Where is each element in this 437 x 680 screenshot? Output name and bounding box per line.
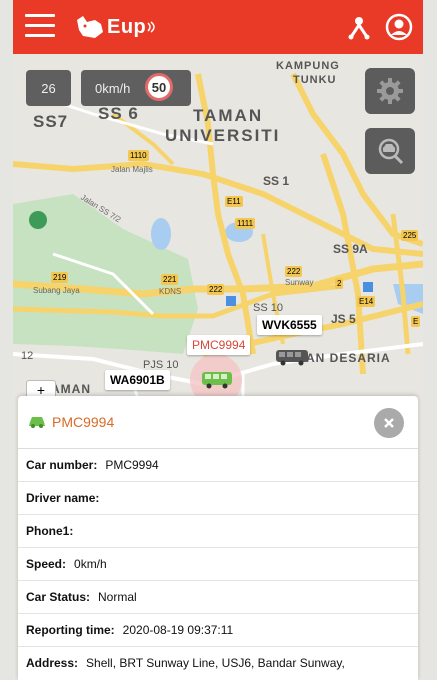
road-shield: 2 xyxy=(335,278,344,289)
close-icon xyxy=(384,418,394,428)
info-value: PMC9994 xyxy=(105,458,159,472)
info-key: Car Status: xyxy=(26,590,91,604)
road-shield: 1110 xyxy=(128,150,149,161)
cat-logo-icon xyxy=(77,16,103,38)
map-label-ss9a: SS 9A xyxy=(333,242,368,256)
map-label-universiti: UNIVERSITI xyxy=(165,126,281,145)
logo-text: Eup xyxy=(107,15,147,38)
info-row-driver-name: Driver name: xyxy=(18,482,418,515)
map-label-sunway: Sunway xyxy=(285,278,314,287)
map-label-desaria: MAN DESARIA xyxy=(295,351,391,365)
map-label-ss10: SS 10 xyxy=(253,302,283,314)
info-key: Car number: xyxy=(26,458,98,472)
panel-header: PMC9994 xyxy=(18,396,418,449)
road-shield: 225 xyxy=(401,230,419,241)
satellite-count-box: 26 xyxy=(26,70,71,106)
info-key: Reporting time: xyxy=(26,623,115,637)
road-shield: E11 xyxy=(225,196,243,207)
road-shield: E xyxy=(411,316,421,327)
info-key: Driver name: xyxy=(26,491,100,505)
lake xyxy=(151,218,171,250)
top-bar: Eup xyxy=(13,0,423,54)
bus-icon[interactable] xyxy=(201,370,233,390)
road-shield: 219 xyxy=(51,272,69,283)
menu-icon[interactable] xyxy=(25,14,55,38)
info-row-reporting-time: Reporting time: 2020-08-19 09:37:11 xyxy=(18,614,418,647)
vehicle-label-pmc9994[interactable]: PMC9994 xyxy=(187,335,251,355)
speed-limit-sign: 50 xyxy=(145,73,173,101)
current-speed: 0km/h xyxy=(95,80,131,96)
map-label-taman: TAMAN xyxy=(193,106,264,125)
map-label-kampung: KAMPUNG xyxy=(276,60,340,72)
vehicle-info-panel: PMC9994 Car number: PMC9994 Driver name:… xyxy=(18,396,418,680)
user-tree-icon[interactable] xyxy=(345,13,373,41)
map-label-tunku: TUNKU xyxy=(293,74,337,86)
info-value: 2020-08-19 09:37:11 xyxy=(122,623,234,637)
park-marker-icon xyxy=(29,211,47,229)
car-icon xyxy=(29,417,45,428)
vehicle-search-button[interactable] xyxy=(365,128,415,174)
signal-icon xyxy=(147,21,156,33)
map-label-ss1: SS 1 xyxy=(263,174,290,188)
info-row-address: Address: Shell, BRT Sunway Line, USJ6, B… xyxy=(18,647,418,679)
map-label-subang-jaya: Subang Jaya xyxy=(33,286,80,295)
road-shield: 1111 xyxy=(235,218,256,229)
current-speed-box: 0km/h xyxy=(81,70,191,106)
panel-title: PMC9994 xyxy=(52,414,115,430)
info-row-speed: Speed: 0km/h xyxy=(18,548,418,581)
gear-icon xyxy=(377,78,403,104)
settings-button[interactable] xyxy=(365,68,415,114)
road-shield: 222 xyxy=(285,266,303,277)
info-value: 0km/h xyxy=(74,557,107,571)
map-label-jalan-majlis: Jalan Majlis xyxy=(111,165,153,174)
info-value: Shell, BRT Sunway Line, USJ6, Bandar Sun… xyxy=(86,656,345,670)
bus-icon[interactable] xyxy=(275,348,309,366)
info-key: Phone1: xyxy=(26,524,74,538)
map-label-12: 12 xyxy=(21,350,34,362)
vehicle-label-wa6901b[interactable]: WA6901B xyxy=(105,370,170,390)
map-label-js5: JS 5 xyxy=(331,312,356,326)
info-value: Normal xyxy=(98,590,137,604)
transit-icon xyxy=(363,282,373,292)
vehicle-label-wvk6555[interactable]: WVK6555 xyxy=(257,315,322,335)
app-logo: Eup xyxy=(75,10,158,44)
map-label-ss6: SS 6 xyxy=(98,104,139,123)
road-shield: 221 xyxy=(161,274,179,285)
road-shield: 222 xyxy=(207,284,225,295)
info-row-car-status: Car Status: Normal xyxy=(18,581,418,614)
close-button[interactable] xyxy=(374,408,404,438)
account-icon[interactable] xyxy=(385,13,413,41)
car-search-icon xyxy=(378,138,404,165)
road-shield: E14 xyxy=(357,296,376,307)
info-key: Speed: xyxy=(26,557,67,571)
info-row-car-number: Car number: PMC9994 xyxy=(18,449,418,482)
app-frame: KAMPUNG TUNKU SS7 SS 6 TAMAN UNIVERSITI … xyxy=(13,0,423,680)
top-actions xyxy=(345,13,413,41)
info-row-phone1: Phone1: xyxy=(18,515,418,548)
map-label-kdns: KDNS xyxy=(159,287,182,296)
map-label-ss7: SS7 xyxy=(33,112,69,131)
transit-icon xyxy=(226,296,236,306)
map-label-taman-left: AMAN xyxy=(51,382,91,396)
info-key: Address: xyxy=(26,656,79,670)
